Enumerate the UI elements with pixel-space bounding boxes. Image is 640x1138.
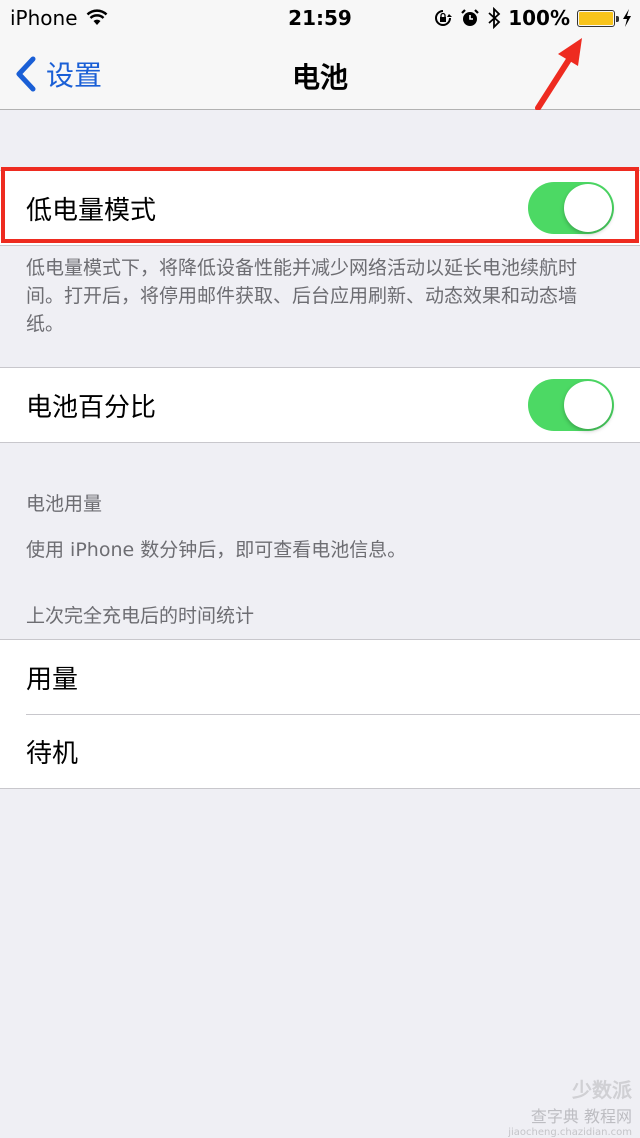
standby-row: 待机 <box>0 714 640 788</box>
usage-row: 用量 <box>0 640 640 714</box>
battery-percentage-label: 电池百分比 <box>26 392 157 423</box>
usage-stats-group: 用量 待机 <box>0 639 640 789</box>
battery-percentage-row: 电池百分比 <box>0 368 640 442</box>
battery-percentage-group: 电池百分比 <box>0 367 640 443</box>
charging-bolt-icon <box>623 9 631 27</box>
bluetooth-icon <box>488 7 501 29</box>
battery-usage-header: 电池用量 <box>26 493 103 515</box>
watermark: 少数派 查字典 教程网 jiaocheng.chazidian.com <box>492 1074 632 1138</box>
low-power-mode-toggle[interactable] <box>528 182 614 234</box>
annotation-arrow-icon <box>535 38 582 110</box>
battery-percent: 100% <box>508 6 570 30</box>
battery-fill <box>579 11 613 25</box>
watermark-line2: 查字典 教程网 <box>530 1107 632 1126</box>
battery-icon <box>577 9 619 27</box>
alarm-icon <box>461 9 479 26</box>
low-power-footnote: 低电量模式下，将降低设备性能并减少网络活动以延长电池续航时间。打开后，将停用邮件… <box>26 257 578 335</box>
battery-usage-message: 使用 iPhone 数分钟后，即可查看电池信息。 <box>26 539 407 561</box>
low-power-mode-label: 低电量模式 <box>26 195 157 226</box>
since-charge-header: 上次完全充电后的时间统计 <box>26 605 255 627</box>
low-power-group: 低电量模式 <box>0 170 640 246</box>
battery-percentage-toggle[interactable] <box>528 379 614 431</box>
watermark-line1: 少数派 <box>572 1078 632 1102</box>
watermark-line3: jiaocheng.chazidian.com <box>508 1127 632 1138</box>
standby-label: 待机 <box>26 738 79 769</box>
low-power-mode-row: 低电量模式 <box>0 171 640 245</box>
usage-label: 用量 <box>26 664 79 695</box>
rotation-lock-icon <box>435 10 453 26</box>
status-bar: iPhone 21:59 100% <box>0 0 640 40</box>
